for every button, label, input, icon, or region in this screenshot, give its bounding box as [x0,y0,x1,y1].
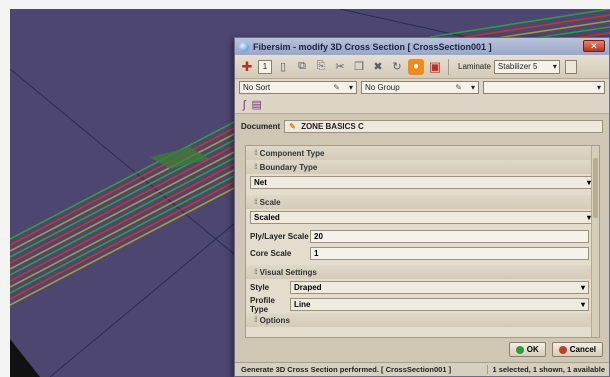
status-bar: Generate 3D Cross Section performed. [ C… [235,362,609,376]
cancel-button[interactable]: Cancel [551,342,603,357]
boundary-type-select[interactable]: Net ▾ [250,176,595,189]
dialog-title: Fibersim - modify 3D Cross Section [ Cro… [253,41,492,52]
document-row: Document ✎ ZONE BASICS C [235,117,609,135]
grip-icon: ⁞⁞ [254,163,258,171]
layers-icon[interactable]: ▤ [251,98,261,111]
instance-count[interactable]: 1 [258,59,272,74]
tool-icon[interactable]: ● [408,58,424,75]
profile-type-label: Profile Type [250,295,275,314]
properties-panel: ⁞⁞ Component Type ⁞⁞ Boundary Type Net ▾… [245,145,600,338]
section-title: Scale [259,197,281,207]
core-scale-input[interactable]: 1 [310,247,589,260]
view-icon-bar: ʃ ▤ [235,96,609,114]
grip-icon: ⁞⁞ [254,149,258,157]
new-document-icon[interactable]: ▯ [275,59,291,75]
selection-status: 1 selected, 1 shown, 1 available [487,365,609,374]
refresh-icon[interactable]: ↻ [389,59,405,75]
copy-icon[interactable]: ⧉ [294,59,310,75]
toolbar-separator [448,58,449,75]
edit-group-icon[interactable]: ✎ [455,82,462,93]
group-select[interactable]: No Group ✎ ▾ [361,81,479,94]
profile-type-value: Line [294,300,311,309]
sort-select[interactable]: No Sort ✎ ▾ [239,81,357,94]
section-boundary-type[interactable]: ⁞⁞ Boundary Type [246,160,599,174]
document-value: ZONE BASICS C [301,121,364,131]
style-label: Style [250,283,270,292]
fibersim-logo-icon: o [239,41,249,52]
ply-scale-label: Ply/Layer Scale [250,232,309,241]
main-toolbar: ✚ 1 ▯ ⧉ ⎘ ✂ ❐ ✖ ↻ ● ▣ Laminate Stabilize… [235,55,609,79]
ply-scale-input[interactable]: 20 [310,230,589,243]
profile-type-row: Profile Type Line ▾ [246,295,599,314]
chevron-down-icon: ▾ [580,300,585,309]
scale-select[interactable]: Scaled ▾ [250,211,595,224]
section-options[interactable]: ⁞⁞ Options [246,313,599,327]
profile-type-select[interactable]: Line ▾ [290,298,589,311]
status-message: Generate 3D Cross Section performed. [ C… [241,365,452,374]
curve-tool-icon[interactable]: ʃ [243,99,245,111]
modify-cross-section-dialog: o Fibersim - modify 3D Cross Section [ C… [234,37,610,377]
core-scale-label: Core Scale [250,249,292,258]
style-row: Style Draped ▾ [246,279,599,296]
section-component-type[interactable]: ⁞⁞ Component Type [246,146,599,160]
ok-button[interactable]: OK [508,342,546,357]
style-value: Draped [294,283,322,292]
laminate-select[interactable]: Stabilizer 5 [493,59,560,74]
section-title: Component Type [259,148,325,158]
ok-icon [515,345,524,354]
dialog-titlebar[interactable]: o Fibersim - modify 3D Cross Section [ C… [235,38,609,55]
section-visual-settings[interactable]: ⁞⁞ Visual Settings [246,265,599,279]
grip-icon: ⁞⁞ [254,316,258,324]
cancel-icon [558,345,567,354]
section-title: Boundary Type [259,162,318,172]
laminate-label: Laminate [458,62,491,71]
document-field[interactable]: ✎ ZONE BASICS C [284,119,603,133]
style-select[interactable]: Draped ▾ [290,281,589,294]
sort-value: No Sort [243,83,271,92]
core-scale-row: Core Scale 1 [246,245,599,262]
boundary-type-value: Net [254,178,267,187]
laminate-browse-button[interactable] [564,59,577,74]
filter-bar: No Sort ✎ ▾ No Group ✎ ▾ ▾ [235,79,609,96]
chevron-down-icon: ▾ [580,283,585,292]
chevron-down-icon: ▾ [348,83,353,92]
panel-scrollbar[interactable] [591,146,599,337]
chevron-down-icon: ▾ [596,83,601,92]
grip-icon: ⁞⁞ [254,268,258,276]
photo-frame: o Fibersim - modify 3D Cross Section [ C… [0,0,610,377]
grip-icon: ⁞⁞ [254,198,258,206]
ply-scale-row: Ply/Layer Scale 20 [246,228,599,245]
pencil-icon: ✎ [289,121,296,131]
document-label: Document [241,121,281,131]
scale-value: Scaled [254,213,280,222]
section-scale[interactable]: ⁞⁞ Scale [246,195,599,209]
edit-sort-icon[interactable]: ✎ [333,82,340,93]
save-icon[interactable]: ▣ [427,59,443,75]
group-value: No Group [365,83,400,92]
ok-label: OK [526,345,539,354]
chevron-down-icon: ▾ [470,83,475,92]
scrollbar-thumb[interactable] [593,158,598,218]
paste-icon[interactable]: ⎘ [313,59,329,75]
cancel-label: Cancel [569,345,596,354]
duplicate-icon[interactable]: ❐ [351,59,367,75]
close-button[interactable]: ✕ [583,40,605,52]
create-icon[interactable]: ✚ [239,59,255,75]
delete-icon[interactable]: ✖ [370,59,386,75]
section-title: Options [259,315,290,325]
section-title: Visual Settings [259,267,317,277]
cut-icon[interactable]: ✂ [332,59,348,75]
filter-select[interactable]: ▾ [483,81,605,94]
dialog-buttons: OK Cancel [508,342,603,357]
